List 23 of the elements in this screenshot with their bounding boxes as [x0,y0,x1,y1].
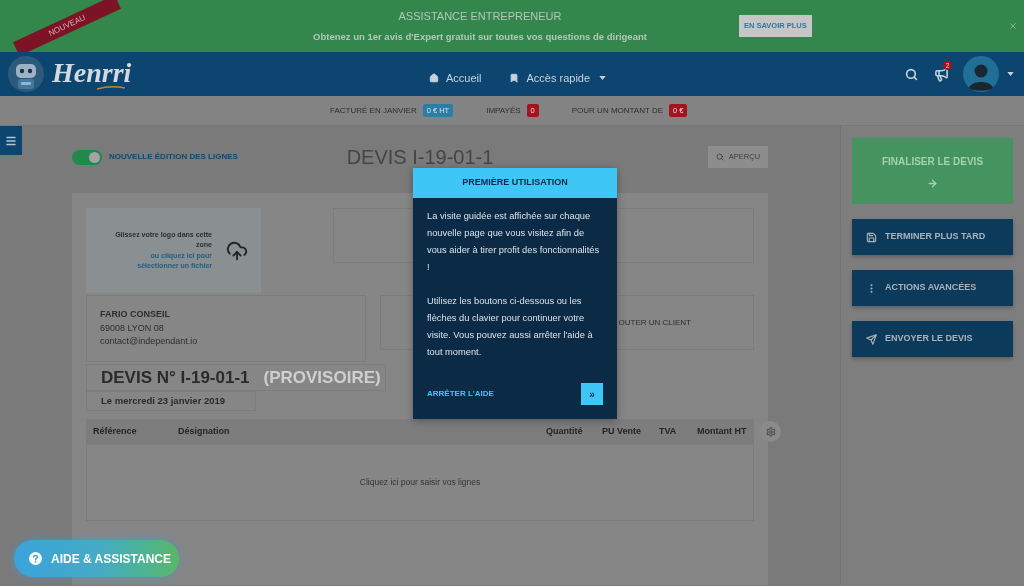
popup-paragraph: Utilisez les boutons ci-dessous ou les flèches du clavier pour continuer votre visite. Vous pouvez aussi arrêter l'aide à tout moment. [427,295,594,359]
popup-title: PREMIÈRE UTILISATION [413,168,617,198]
stat-label: FACTURÉ EN JANVIER [330,104,417,117]
toggle-label: NOUVELLE ÉDITION DES LIGNES [109,151,238,163]
empty-table-text: Cliquez ici pour saisir vos lignes [359,476,481,489]
table-header-cell-text: Quantité [546,424,584,438]
table-header-cell-text: Référence [92,424,138,438]
table-header-cell-text: PU Vente [602,424,642,438]
quote-date: Le mercredi 23 janvier 2019 [86,391,256,411]
stat-label: POUR UN MONTANT DE [571,104,664,117]
popup-paragraph: La visite guidée est affichée sur chaque nouvelle page que vous visitez afin de vous aider à tirer profit des fonctionnalités ! [427,210,601,274]
company-city: 69008 LYON 08 [100,321,165,335]
stat-label: IMPAYÉS [486,104,521,117]
quote-status: (PROVISOIRE) [263,366,381,389]
banner-subtitle: Obtenez un 1er avis d'Expert gratuit sur toutes vos questions de dirigeant [313,30,647,45]
table-header-cell-text: TVA [659,424,678,438]
brand-logo-text: Henrri [52,58,132,86]
company-email: contact@independant.io [100,335,199,348]
table-header-cell-text: Montant HT [697,424,748,438]
banner-title: ASSISTANCE ENTREPRENEUR [398,8,562,24]
table-header-cell-text: Désignation [178,424,231,438]
quote-number: DEVIS N° I-19-01-1 [101,366,250,389]
company-name: FARIO CONSEIL [100,308,171,321]
